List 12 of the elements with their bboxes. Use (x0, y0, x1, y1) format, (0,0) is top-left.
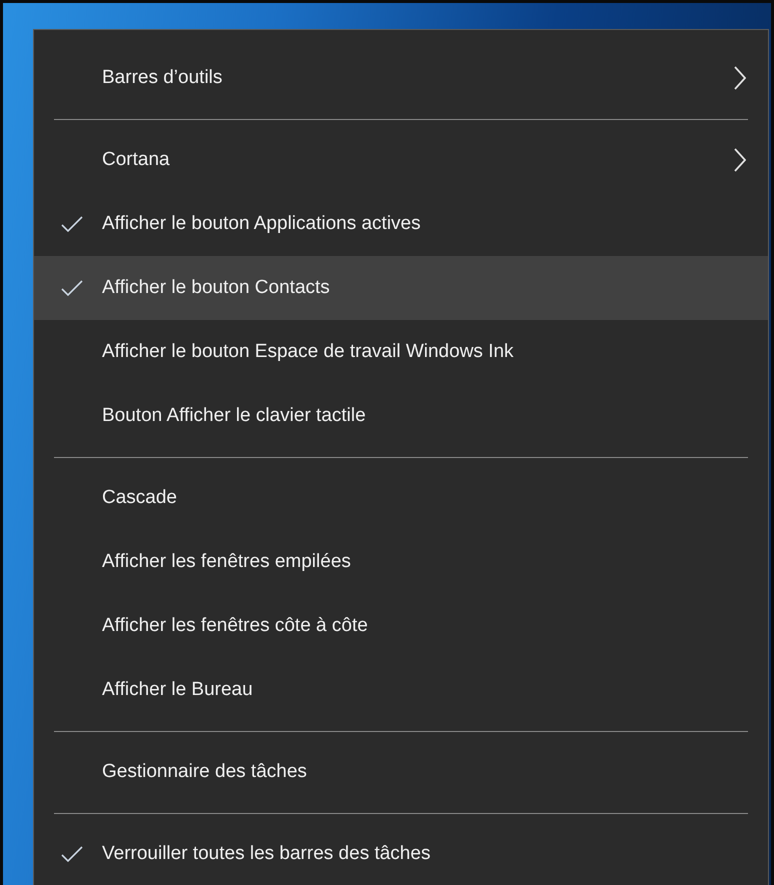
menu-item[interactable]: Verrouiller toutes les barres des tâches (34, 822, 768, 885)
menu-item[interactable]: Barres d’outils (34, 46, 768, 110)
menu-item[interactable]: Afficher le Bureau (34, 658, 768, 722)
menu-item[interactable]: Afficher le bouton Contacts (34, 256, 768, 320)
menu-item[interactable]: Afficher le bouton Applications actives (34, 192, 768, 256)
menu-item[interactable]: Cortana (34, 128, 768, 192)
menu-item[interactable]: Afficher les fenêtres empilées (34, 530, 768, 594)
menu-item[interactable]: Bouton Afficher le clavier tactile (34, 384, 768, 448)
menu-item[interactable]: Cascade (34, 466, 768, 530)
menu-item[interactable]: Afficher le bouton Espace de travail Windows Ink (34, 320, 768, 384)
menu-item[interactable]: Gestionnaire des tâches (34, 740, 768, 804)
menu-item[interactable]: Afficher les fenêtres côte à côte (34, 594, 768, 658)
